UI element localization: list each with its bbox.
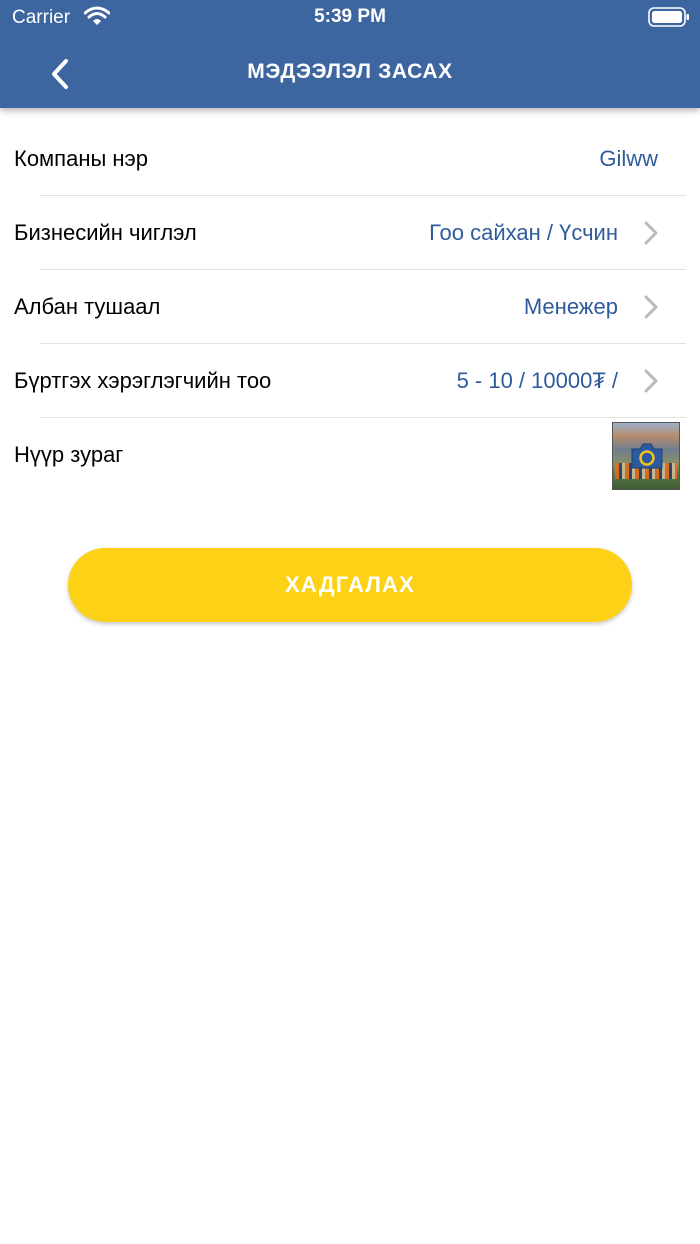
edit-info-screen: Carrier 5:39 PM МЭДЭЭЛЭЛ ЗАСАХ Компаны н… (0, 0, 700, 1244)
cover-photo-row: Нүүр зураг (0, 418, 700, 498)
user-count-value: 5 - 10 / 10000₮ / (456, 368, 618, 393)
battery-icon (648, 7, 689, 27)
position-label: Албан тушаал (14, 294, 161, 319)
header: Carrier 5:39 PM МЭДЭЭЛЭЛ ЗАСАХ (0, 0, 700, 108)
status-time: 5:39 PM (314, 6, 386, 27)
business-direction-label: Бизнесийн чиглэл (14, 220, 197, 245)
status-bar: Carrier 5:39 PM (0, 0, 700, 36)
cover-photo-label: Нүүр зураг (14, 442, 124, 467)
position-value: Менежер (523, 294, 618, 319)
page-title: МЭДЭЭЛЭЛ ЗАСАХ (247, 60, 453, 83)
business-direction-value: Гоо сайхан / Үсчин (429, 220, 618, 245)
cover-photo-thumbnail[interactable] (612, 422, 680, 490)
save-button-label: ХАДГАЛАХ (285, 572, 415, 597)
chevron-right-icon (644, 221, 658, 245)
chevron-right-icon (644, 295, 658, 319)
navigation-bar: МЭДЭЭЛЭЛ ЗАСАХ (0, 36, 700, 108)
user-count-label: Бүртгэх хэрэглэгчийн тоо (14, 368, 272, 393)
camera-icon (631, 443, 663, 469)
chevron-right-icon (644, 369, 658, 393)
user-count-row[interactable]: Бүртгэх хэрэглэгчийн тоо 5 - 10 / 10000₮… (0, 344, 700, 418)
company-name-value: Gilww (599, 146, 658, 171)
company-name-row[interactable]: Компаны нэр Gilww (0, 122, 700, 196)
company-name-label: Компаны нэр (14, 146, 149, 171)
save-button[interactable]: ХАДГАЛАХ (68, 548, 632, 622)
business-direction-row[interactable]: Бизнесийн чиглэл Гоо сайхан / Үсчин (0, 196, 700, 270)
position-row[interactable]: Албан тушаал Менежер (0, 270, 700, 344)
edit-form: Компаны нэр Gilww Бизнесийн чиглэл Гоо с… (0, 122, 700, 498)
